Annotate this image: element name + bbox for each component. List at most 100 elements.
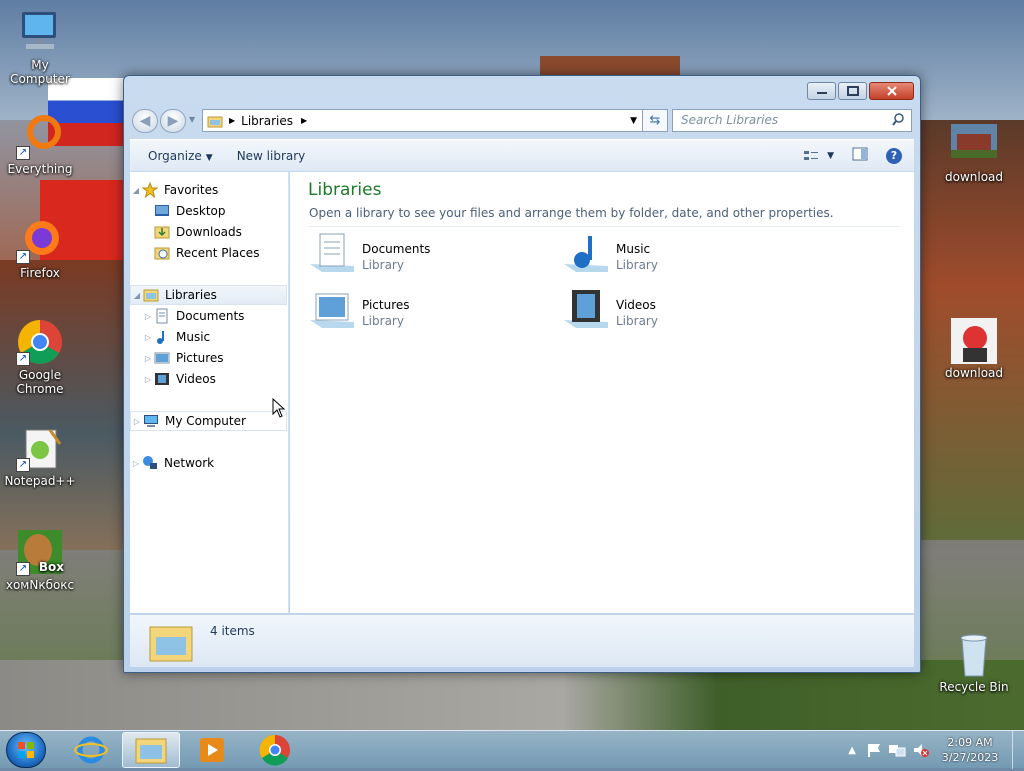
refresh-button[interactable]: ⇆ [642,109,668,132]
computer-icon [16,8,64,56]
view-details-icon [804,150,819,160]
nav-favorites[interactable]: ◢ Favorites [130,180,287,200]
taskbar-media-player[interactable] [182,732,240,768]
image-file-icon [951,124,997,158]
expand-icon[interactable]: ▷ [142,333,154,342]
nav-recent-places[interactable]: Recent Places [130,243,287,263]
nav-my-computer[interactable]: ▷ My Computer [130,411,287,431]
shortcut-arrow-icon: ↗ [16,250,30,264]
organize-button[interactable]: Organize ▼ [136,149,225,163]
taskbar: ▲ 2:09 AM 3/27/2023 [0,730,1024,769]
breadcrumb-separator-icon[interactable]: ▶ [301,116,307,125]
forward-button[interactable]: ▶ [160,109,186,133]
minimize-button[interactable] [807,82,836,100]
window-controls [807,82,914,100]
network-status-icon[interactable] [888,742,906,758]
nav-pictures[interactable]: ▷ Pictures [130,348,287,368]
show-hidden-icons-button[interactable]: ▲ [848,745,856,756]
new-library-button[interactable]: New library [225,149,318,163]
mouse-cursor-icon [272,398,286,418]
help-button[interactable]: ? [886,147,902,164]
desktop-icon-chrome[interactable]: ↗ Google Chrome [0,318,80,396]
shortcut-arrow-icon: ↗ [16,562,30,576]
search-input[interactable]: Search Libraries [672,109,912,132]
view-options-button[interactable]: ▼ [803,149,834,163]
forward-arrow-icon: ▶ [167,113,179,129]
nav-network[interactable]: ▷ Network [130,453,287,473]
recent-pages-dropdown[interactable]: ▼ [189,115,195,124]
expand-icon[interactable]: ▷ [130,459,142,468]
taskbar-internet-explorer[interactable] [62,732,120,768]
new-library-label: New library [236,148,306,163]
downloads-folder-icon [154,226,170,239]
expand-icon[interactable]: ▷ [142,354,154,363]
address-bar[interactable]: ▶ Libraries ▶ ▼ [202,109,668,132]
expand-icon[interactable]: ▷ [142,312,154,321]
app-badge: Box [38,560,64,574]
details-pane: 4 items [130,614,914,667]
desktop-icon-notepadpp[interactable]: ↗ Notepad++ [0,424,80,488]
expand-icon[interactable]: ▷ [131,417,143,426]
desktop-icon-label: My Computer [10,58,70,86]
library-item-music[interactable]: Music Library [562,232,782,282]
taskbar-chrome[interactable] [246,732,304,768]
music-library-icon [564,236,608,272]
chrome-icon [259,734,290,766]
image-file-icon [951,318,997,364]
expand-icon[interactable]: ◢ [130,186,142,195]
desktop-icon-firefox[interactable]: ↗ Firefox [0,216,80,280]
clock-date: 3/27/2023 [941,751,999,764]
address-dropdown-icon[interactable]: ▼ [630,116,637,126]
close-button[interactable] [869,82,914,100]
nav-documents[interactable]: ▷ Documents [130,306,287,326]
desktop-icon-download-2[interactable]: download [934,318,1014,380]
desktop-icon-label: Recycle Bin [939,680,1009,694]
library-item-videos[interactable]: Videos Library [562,288,782,338]
expand-icon[interactable]: ▷ [142,375,154,384]
taskbar-windows-explorer[interactable] [122,732,180,768]
expand-icon[interactable]: ◢ [131,291,143,300]
desktop-icon-label: Firefox [20,266,60,280]
help-icon: ? [890,148,898,162]
library-name: Pictures [362,298,410,312]
desktop-icon-my-computer[interactable]: My Computer [0,8,80,86]
library-item-pictures[interactable]: Pictures Library [308,288,528,338]
desktop-icon-label: download [944,170,1004,184]
explorer-window: ◀ ▶ ▼ ▶ Libraries ▶ ▼ ⇆ Search Libraries… [123,75,921,673]
address-row: ◀ ▶ ▼ ▶ Libraries ▶ ▼ ⇆ Search Libraries [132,108,914,134]
desktop-icon-recycle-bin[interactable]: Recycle Bin [934,630,1014,694]
back-button[interactable]: ◀ [132,109,158,133]
media-player-icon [200,738,224,762]
command-bar: Organize ▼ New library ▼ ? [130,139,914,171]
nav-libraries[interactable]: ◢ Libraries [130,285,287,305]
back-arrow-icon: ◀ [139,113,151,129]
item-count: 4 items [210,624,255,638]
documents-icon [156,308,168,324]
start-button[interactable] [6,732,46,768]
nav-music[interactable]: ▷ Music [130,327,287,347]
libraries-icon [143,289,159,302]
show-desktop-button[interactable] [1012,731,1024,769]
video-film-icon [155,373,169,385]
nav-label: Desktop [176,204,226,218]
chrome-icon: ↗ [16,318,64,366]
desktop-icon-label: Notepad++ [4,474,76,488]
nav-label: Music [176,330,211,344]
volume-muted-icon[interactable] [912,742,930,758]
nav-downloads[interactable]: Downloads [130,222,287,242]
maximize-button[interactable] [838,82,867,100]
desktop-icon-everything[interactable]: ↗ Everything [0,112,80,176]
preview-pane-button[interactable] [852,147,868,164]
desktop-icon-hamsterbox[interactable]: Box ↗ хомNкбокс [0,528,80,592]
nav-desktop[interactable]: Desktop [130,201,287,221]
clock[interactable]: 2:09 AM 3/27/2023 [938,735,1002,765]
desktop-icon-label: хомNкбокс [5,578,75,592]
desktop-icon [155,205,169,216]
breadcrumb-libraries[interactable]: Libraries [241,114,293,128]
nav-videos[interactable]: ▷ Videos [130,369,287,389]
action-center-flag-icon[interactable] [866,742,882,758]
desktop-icon-download-1[interactable]: download [934,124,1014,184]
nav-label: Pictures [176,351,224,365]
library-item-documents[interactable]: Documents Library [308,232,528,282]
nav-label: Favorites [164,183,219,197]
